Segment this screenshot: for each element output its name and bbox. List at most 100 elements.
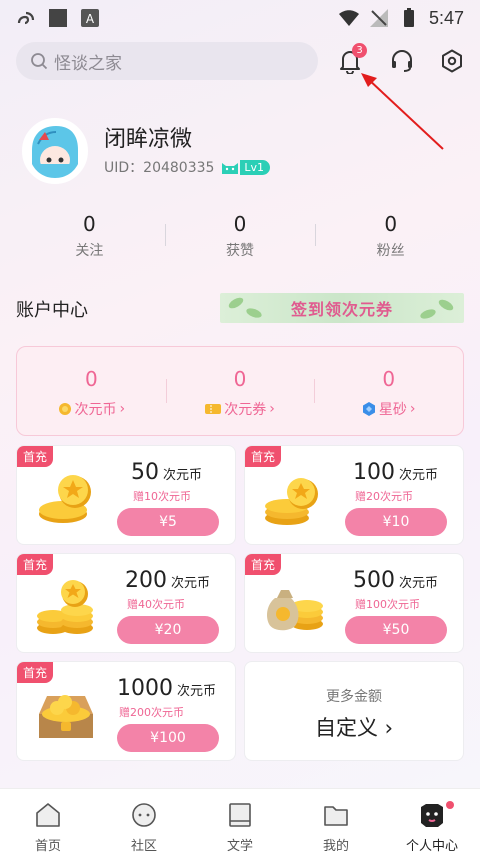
tab-label: 个人中心: [405, 839, 458, 853]
tab-notification-dot: [446, 801, 454, 809]
home-icon: [36, 803, 60, 827]
price-button[interactable]: ¥5: [117, 508, 219, 536]
wallet-panel: 0 次元币 › 0 次元券 › 0 星砂 ›: [16, 346, 464, 436]
app-square-icon: [48, 8, 68, 28]
gem-icon: [362, 402, 375, 416]
more-amount-label: 更多金额: [326, 689, 382, 705]
recharge-unit: 次元币: [399, 576, 439, 591]
tab-label: 首页: [34, 839, 61, 853]
tab-personal-center[interactable]: 个人中心: [384, 789, 480, 853]
coin-icon: [58, 403, 71, 415]
wallet-coins[interactable]: 0 次元币 ›: [17, 347, 166, 435]
price-button[interactable]: ¥20: [117, 616, 219, 644]
checkin-banner[interactable]: 签到领次元券: [220, 293, 464, 323]
first-recharge-tag: 首充: [245, 446, 282, 467]
wallet-value: 0: [233, 367, 247, 391]
chevron-right-icon: ›: [269, 401, 275, 417]
first-recharge-tag: 首充: [17, 554, 54, 575]
recharge-card-1000[interactable]: 首充 1000 次元币 赠200次元币 ¥100: [16, 661, 236, 761]
checkin-banner-text: 签到领次元券: [290, 300, 393, 319]
coin-stack-icon: [265, 478, 318, 525]
ticket-icon: [205, 404, 222, 414]
recharge-unit: 次元币: [171, 576, 211, 591]
recharge-bonus: 赠20次元币: [355, 490, 413, 503]
coin-stacks-icon: [37, 580, 93, 634]
recharge-unit: 次元币: [163, 468, 203, 483]
face-icon: [421, 804, 443, 827]
treasure-chest-icon: [39, 695, 93, 738]
stat-value: 0: [82, 212, 96, 236]
stat-fans[interactable]: 0 粉丝: [315, 212, 466, 264]
uid-value: 20480335: [143, 160, 215, 176]
profile-stats: 0 关注 0 获赞 0 粉丝: [14, 212, 466, 264]
stat-label: 粉丝: [376, 243, 405, 259]
username: 闭眸凉微: [104, 127, 193, 152]
recharge-bonus: 赠10次元币: [133, 490, 191, 503]
custom-amount-card[interactable]: 更多金额 自定义 ›: [244, 661, 464, 761]
book-icon: [229, 803, 251, 827]
coin-bag-icon: [267, 590, 323, 631]
account-center-title: 账户中心: [16, 300, 88, 321]
folder-icon: [324, 806, 348, 826]
notification-badge: 3: [352, 43, 367, 58]
recharge-card-500[interactable]: 首充 500 次元币 赠100次元币 ¥50: [244, 553, 464, 653]
price-button[interactable]: ¥100: [117, 724, 219, 752]
font-a-icon: A: [80, 8, 100, 28]
gear-icon: [442, 49, 462, 73]
level-text: Lv1: [240, 159, 271, 175]
recharge-card-50[interactable]: 首充 50 次元币 赠10次元币 ¥5: [16, 445, 236, 545]
recharge-amount: 200: [125, 568, 167, 593]
chat-bubble-icon: [132, 803, 156, 827]
wallet-label: 星砂: [378, 402, 407, 418]
chevron-right-icon: ›: [409, 401, 416, 417]
stat-label: 获赞: [226, 243, 254, 259]
tab-home[interactable]: 首页: [0, 789, 96, 853]
recharge-amount: 50: [131, 460, 159, 485]
first-recharge-tag: 首充: [245, 554, 282, 575]
stat-following[interactable]: 0 关注: [14, 212, 165, 264]
headset-icon: [392, 50, 412, 72]
wallet-vouchers[interactable]: 0 次元券 ›: [165, 347, 315, 435]
recharge-card-100[interactable]: 首充 100 次元币 赠20次元币 ¥10: [244, 445, 464, 545]
stat-value: 0: [233, 212, 247, 236]
recharge-bonus: 赠40次元币: [127, 598, 185, 611]
uid-row: UID：20480335 Lv1: [104, 157, 271, 177]
chevron-right-icon: ›: [384, 716, 394, 740]
stat-label: 关注: [75, 243, 104, 259]
search-icon: [31, 53, 48, 70]
stat-likes[interactable]: 0 获赞: [164, 212, 316, 264]
uid-label: UID：: [104, 160, 144, 176]
search-placeholder: 怪谈之家: [54, 53, 122, 74]
recharge-unit: 次元币: [177, 684, 217, 699]
status-time: 5:47: [428, 7, 464, 28]
avatar[interactable]: [22, 118, 88, 184]
tab-label: 文学: [226, 839, 253, 853]
level-badge: Lv1: [220, 159, 271, 175]
first-recharge-tag: 首充: [17, 446, 54, 467]
battery-icon: [399, 8, 419, 28]
search-input[interactable]: 怪谈之家: [16, 42, 318, 80]
status-bar: A 5:47: [0, 0, 480, 36]
wallet-stardust[interactable]: 0 星砂 ›: [314, 347, 463, 435]
wallet-value: 0: [84, 367, 98, 391]
recharge-bonus: 赠200次元币: [119, 706, 184, 719]
svg-text:A: A: [86, 12, 95, 26]
recharge-card-200[interactable]: 首充 200 次元币 赠40次元币 ¥20: [16, 553, 236, 653]
recharge-amount: 500: [353, 568, 395, 593]
first-recharge-tag: 首充: [17, 662, 54, 683]
price-button[interactable]: ¥50: [345, 616, 447, 644]
tab-mine[interactable]: 我的: [288, 789, 384, 853]
recharge-amount: 100: [353, 460, 395, 485]
uc-browser-icon: [16, 8, 36, 28]
tab-community[interactable]: 社区: [96, 789, 192, 853]
wallet-label: 次元币: [74, 402, 117, 418]
annotation-arrow: [361, 73, 444, 150]
wallet-value: 0: [382, 367, 396, 391]
stat-value: 0: [384, 212, 398, 236]
chevron-right-icon: ›: [119, 401, 126, 417]
tab-literature[interactable]: 文学: [192, 789, 288, 853]
recharge-amount: 1000: [117, 676, 173, 701]
cat-face-icon: [222, 163, 239, 174]
custom-label: 自定义: [314, 716, 378, 740]
price-button[interactable]: ¥10: [345, 508, 447, 536]
